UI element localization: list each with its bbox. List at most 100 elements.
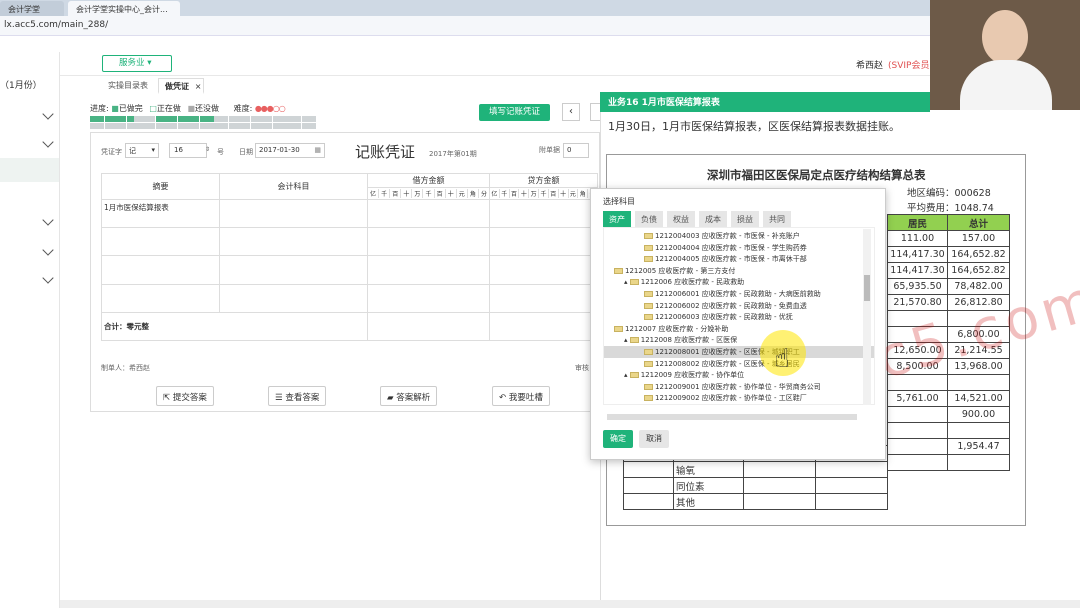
tab-equity[interactable]: 权益: [667, 211, 695, 227]
voucher-number-input[interactable]: 16: [169, 143, 207, 158]
chevron-down-icon[interactable]: [42, 272, 54, 284]
progress-cell[interactable]: [250, 123, 258, 129]
progress-cell[interactable]: [97, 116, 105, 122]
progress-cell[interactable]: [236, 116, 243, 122]
progress-cell[interactable]: [265, 116, 273, 122]
progress-cell[interactable]: [126, 123, 134, 129]
tree-h-scrollbar[interactable]: [607, 414, 857, 420]
spinner-icon[interactable]: ⇕: [205, 146, 210, 153]
progress-cell[interactable]: [257, 123, 265, 129]
debit-cell[interactable]: [367, 227, 490, 257]
progress-cell[interactable]: [301, 116, 309, 122]
tree-item[interactable]: ▴ 1212006 应收医疗款 - 民政救助: [624, 276, 744, 288]
progress-cell[interactable]: [163, 116, 170, 122]
progress-cell[interactable]: [287, 116, 295, 122]
summary-cell[interactable]: [101, 227, 220, 257]
progress-cell[interactable]: [170, 123, 178, 129]
progress-cell[interactable]: [184, 116, 192, 122]
progress-cell[interactable]: [148, 123, 156, 129]
progress-cell[interactable]: [90, 123, 97, 129]
progress-cell[interactable]: [221, 123, 229, 129]
debit-cell[interactable]: [367, 283, 490, 313]
tab-profit-loss[interactable]: 损益: [731, 211, 759, 227]
progress-cell[interactable]: [294, 123, 302, 129]
debit-cell[interactable]: [367, 255, 490, 285]
summary-cell[interactable]: [101, 283, 220, 313]
view-answer-button[interactable]: ☰ 查看答案: [268, 386, 327, 406]
tree-item[interactable]: 1212006003 应收医疗款 - 民政救助 - 优抚: [644, 311, 793, 323]
progress-cell[interactable]: [104, 116, 112, 122]
progress-cell[interactable]: [206, 116, 214, 122]
progress-cell[interactable]: [228, 116, 236, 122]
tab-assets[interactable]: 资产: [603, 211, 631, 227]
close-icon[interactable]: ×: [195, 82, 202, 91]
summary-cell[interactable]: [101, 255, 220, 285]
complain-button[interactable]: ↶ 我要吐槽: [492, 386, 550, 406]
credit-cell[interactable]: [489, 283, 598, 313]
progress-cell[interactable]: [90, 116, 97, 122]
tab-cost[interactable]: 成本: [699, 211, 727, 227]
progress-cell[interactable]: [155, 123, 163, 129]
progress-cell[interactable]: [243, 123, 251, 129]
progress-cell[interactable]: [272, 116, 280, 122]
tree-item[interactable]: 1212009003 应收医疗款 - 协作单位 - 恒远电气相制厂: [644, 404, 828, 405]
account-cell[interactable]: [219, 199, 368, 229]
browser-tab-1[interactable]: 会计学堂: [0, 1, 64, 16]
tree-item[interactable]: 1212009001 应收医疗款 - 协作单位 - 华贸商务公司: [644, 381, 821, 393]
progress-cell[interactable]: [301, 123, 309, 129]
credit-cell[interactable]: [489, 199, 598, 229]
tree-item[interactable]: 1212008001 应收医疗款 - 区医保 - 城镇职工: [604, 346, 874, 358]
debit-cell[interactable]: [367, 199, 490, 229]
tab-catalog[interactable]: 实操目录表: [100, 78, 156, 94]
sidebar-active-item[interactable]: [0, 158, 59, 182]
progress-cell[interactable]: [163, 123, 170, 129]
progress-cell[interactable]: [133, 116, 141, 122]
progress-cell[interactable]: [119, 123, 127, 129]
progress-cell[interactable]: [177, 123, 185, 129]
answer-analysis-button[interactable]: ▰ 答案解析: [380, 386, 438, 406]
account-cell[interactable]: [219, 255, 368, 285]
tree-item[interactable]: 1212004005 应收医疗款 - 市医保 - 市离休干部: [644, 253, 807, 265]
tree-item[interactable]: 1212004003 应收医疗款 - 市医保 - 补充账户: [644, 230, 800, 242]
progress-cell[interactable]: [170, 116, 178, 122]
account-cell[interactable]: [219, 283, 368, 313]
tree-item[interactable]: 1212004004 应收医疗款 - 市医保 - 学生购药券: [644, 242, 807, 254]
tree-item[interactable]: 1212009002 应收医疗款 - 协作单位 - 工区鞋厂: [644, 392, 807, 404]
browser-tab-2[interactable]: 会计学堂实操中心_会计...: [68, 1, 180, 16]
cancel-button[interactable]: 取消: [639, 430, 669, 448]
progress-cell[interactable]: [279, 123, 287, 129]
tab-common[interactable]: 共同: [763, 211, 791, 227]
progress-cell[interactable]: [104, 123, 112, 129]
ok-button[interactable]: 确定: [603, 430, 633, 448]
tree-item[interactable]: 1212005 应收医疗款 - 第三方支付: [614, 265, 735, 277]
progress-cell[interactable]: [287, 123, 295, 129]
progress-cell[interactable]: [214, 116, 222, 122]
progress-cell[interactable]: [192, 116, 200, 122]
progress-cell[interactable]: [119, 116, 127, 122]
submit-answer-button[interactable]: ⇱ 提交答案: [156, 386, 214, 406]
progress-cell[interactable]: [148, 116, 156, 122]
tree-item[interactable]: 1212007 应收医疗款 - 分娩补助: [614, 323, 728, 335]
progress-cell[interactable]: [265, 123, 273, 129]
progress-cell[interactable]: [97, 123, 105, 129]
account-cell[interactable]: [219, 227, 368, 257]
industry-select[interactable]: 服务业 ▾: [102, 55, 172, 72]
date-input[interactable]: 2017-01-30 ▦: [255, 143, 325, 158]
tree-item[interactable]: 1212006002 应收医疗款 - 民政救助 - 免费血透: [644, 300, 807, 312]
attach-input[interactable]: 0: [563, 143, 589, 158]
progress-cell[interactable]: [206, 123, 214, 129]
credit-cell[interactable]: [489, 255, 598, 285]
address-bar[interactable]: lx.acc5.com/main_288/: [0, 16, 1080, 36]
progress-cell[interactable]: [199, 116, 207, 122]
user-name[interactable]: 希西赵: [856, 58, 883, 71]
tree-scroll-thumb[interactable]: [864, 275, 870, 301]
progress-cell[interactable]: [133, 123, 141, 129]
fill-voucher-button[interactable]: 填写记账凭证: [479, 104, 550, 121]
progress-cell[interactable]: [192, 123, 200, 129]
progress-cell[interactable]: [309, 116, 316, 122]
tree-item[interactable]: ▴ 1212008 应收医疗款 - 区医保: [624, 334, 737, 346]
progress-cell[interactable]: [236, 123, 243, 129]
progress-cell[interactable]: [111, 116, 119, 122]
progress-cell[interactable]: [199, 123, 207, 129]
progress-cell[interactable]: [155, 116, 163, 122]
